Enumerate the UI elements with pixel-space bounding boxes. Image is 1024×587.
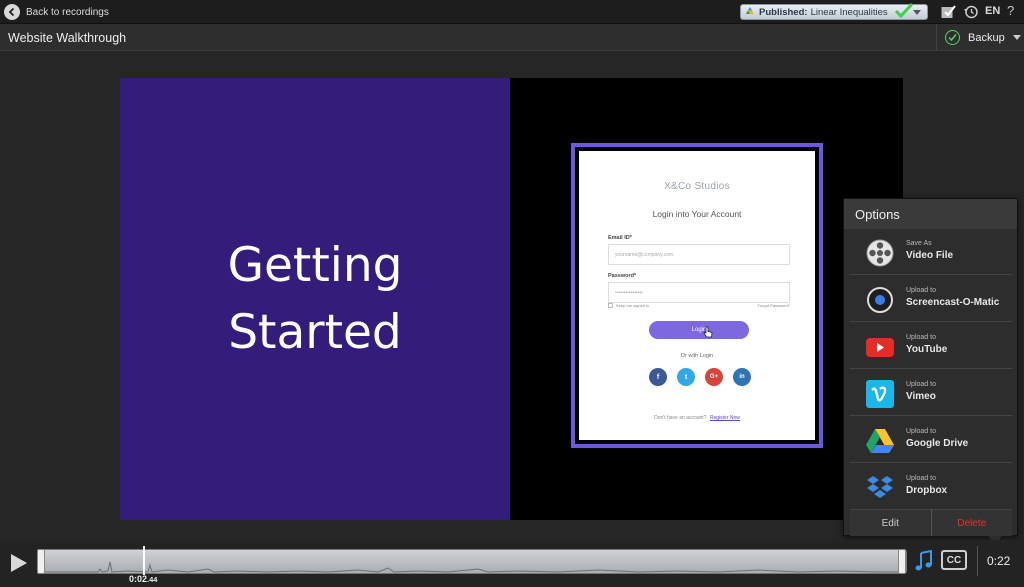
twitter-icon: t bbox=[677, 368, 695, 386]
back-arrow-icon bbox=[4, 4, 20, 20]
google-plus-icon: G+ bbox=[705, 368, 723, 386]
login-button: Login bbox=[649, 321, 749, 339]
current-time-main: 0:02 bbox=[129, 574, 148, 584]
total-duration: 0:22 bbox=[987, 554, 1011, 568]
film-reel-icon bbox=[864, 237, 895, 268]
option-big-label: Video File bbox=[906, 250, 954, 261]
publish-status-key: Published: bbox=[759, 6, 808, 18]
option-small-label: Upload to bbox=[906, 381, 936, 388]
remember-me: Keep me signed in bbox=[608, 303, 649, 308]
publish-status-value: Linear Inequalities bbox=[810, 6, 888, 18]
recording-title: Website Walkthrough bbox=[8, 31, 127, 45]
trim-end-handle[interactable] bbox=[898, 549, 906, 574]
register-link: Register Now bbox=[709, 415, 740, 421]
option-small-label: Upload to bbox=[906, 287, 936, 294]
login-screenshot-frame: X&Co Studios Login into Your Account Ema… bbox=[571, 143, 823, 448]
history-icon[interactable] bbox=[963, 4, 979, 20]
closed-captions-button[interactable]: CC bbox=[941, 550, 967, 570]
control-divider bbox=[977, 546, 978, 576]
option-small-label: Upload to bbox=[906, 334, 936, 341]
backup-dropdown[interactable]: Backup bbox=[936, 24, 1024, 51]
google-drive-icon bbox=[864, 425, 895, 456]
checklist-icon[interactable] bbox=[940, 4, 956, 20]
options-footer: Edit Delete bbox=[850, 510, 1012, 536]
language-selector[interactable]: EN bbox=[985, 5, 1000, 17]
option-big-label: Google Drive bbox=[906, 438, 969, 449]
publish-status-icon bbox=[745, 6, 755, 19]
back-label: Back to recordings bbox=[26, 6, 109, 18]
music-note-icon[interactable] bbox=[915, 549, 933, 577]
slide-panel: Getting Started bbox=[120, 78, 510, 520]
option-big-label: Dropbox bbox=[906, 485, 948, 496]
publish-status-dropdown[interactable]: Published: Linear Inequalities bbox=[740, 2, 928, 21]
back-to-recordings-button[interactable]: Back to recordings bbox=[4, 3, 109, 21]
published-check-icon bbox=[894, 2, 914, 21]
title-bar: Website Walkthrough Backup bbox=[0, 24, 1024, 51]
upload-youtube-option[interactable]: Upload to YouTube bbox=[850, 324, 1012, 369]
backup-check-icon bbox=[945, 30, 960, 45]
option-small-label: Save As bbox=[906, 240, 932, 247]
audio-waveform bbox=[38, 561, 906, 573]
chevron-down-icon bbox=[913, 10, 921, 15]
timeline-scrubber[interactable] bbox=[37, 549, 907, 574]
playhead[interactable] bbox=[143, 546, 145, 575]
help-icon[interactable]: ? bbox=[1007, 3, 1014, 18]
linkedin-icon: in bbox=[733, 368, 751, 386]
or-login-text: Or with Login bbox=[680, 353, 714, 359]
brand-name: X&Co Studios bbox=[664, 181, 730, 192]
upload-vimeo-option[interactable]: Upload to Vimeo bbox=[850, 371, 1012, 416]
register-prefix: Don't have an account? bbox=[654, 415, 707, 421]
password-label: Password* bbox=[608, 273, 637, 279]
remember-checkbox bbox=[608, 303, 613, 308]
option-big-label: Vimeo bbox=[906, 391, 936, 402]
upload-google-drive-option[interactable]: Upload to Google Drive bbox=[850, 418, 1012, 463]
dropbox-icon bbox=[864, 472, 895, 503]
backup-label: Backup bbox=[968, 31, 1005, 44]
delete-button[interactable]: Delete bbox=[931, 510, 1012, 536]
facebook-icon: f bbox=[649, 368, 667, 386]
playback-controls: 0:02.44 CC 0:22 bbox=[0, 540, 1024, 587]
login-heading: Login into Your Account bbox=[652, 209, 742, 219]
options-title: Options bbox=[855, 207, 900, 222]
option-small-label: Upload to bbox=[906, 475, 936, 482]
current-time: 0:02.44 bbox=[129, 574, 157, 584]
chevron-down-icon bbox=[1012, 35, 1021, 40]
email-field: yourname@company.com bbox=[608, 244, 790, 265]
options-panel: Options Save As Video File Upload to Scr… bbox=[843, 198, 1018, 536]
save-as-video-file-option[interactable]: Save As Video File bbox=[850, 230, 1012, 275]
remember-label: Keep me signed in bbox=[616, 303, 650, 308]
password-field: •••••••••••••••• bbox=[608, 282, 790, 303]
top-bar: Back to recordings Published: Linear Ine… bbox=[0, 0, 1024, 24]
option-big-label: Screencast-O-Matic bbox=[906, 297, 1000, 308]
play-button[interactable] bbox=[11, 554, 27, 572]
video-preview[interactable]: Getting Started X&Co Studios Login into … bbox=[120, 78, 903, 520]
vimeo-icon bbox=[864, 378, 895, 409]
option-small-label: Upload to bbox=[906, 428, 936, 435]
youtube-icon bbox=[864, 331, 895, 362]
forgot-password-link: Forgot Password? bbox=[757, 303, 790, 308]
login-card: X&Co Studios Login into Your Account Ema… bbox=[580, 152, 814, 439]
register-line: Don't have an account? Register Now bbox=[580, 415, 814, 421]
hand-cursor-icon bbox=[703, 326, 713, 340]
upload-screencast-o-matic-option[interactable]: Upload to Screencast-O-Matic bbox=[850, 277, 1012, 322]
upload-dropbox-option[interactable]: Upload to Dropbox bbox=[850, 465, 1012, 510]
current-time-ms: .44 bbox=[147, 575, 158, 584]
email-label: Email ID* bbox=[608, 235, 632, 241]
edit-button[interactable]: Edit bbox=[850, 510, 932, 536]
option-big-label: YouTube bbox=[906, 344, 948, 355]
trim-start-handle[interactable] bbox=[37, 549, 45, 574]
screencast-o-matic-icon bbox=[864, 284, 895, 315]
slide-title: Getting Started bbox=[227, 238, 403, 360]
